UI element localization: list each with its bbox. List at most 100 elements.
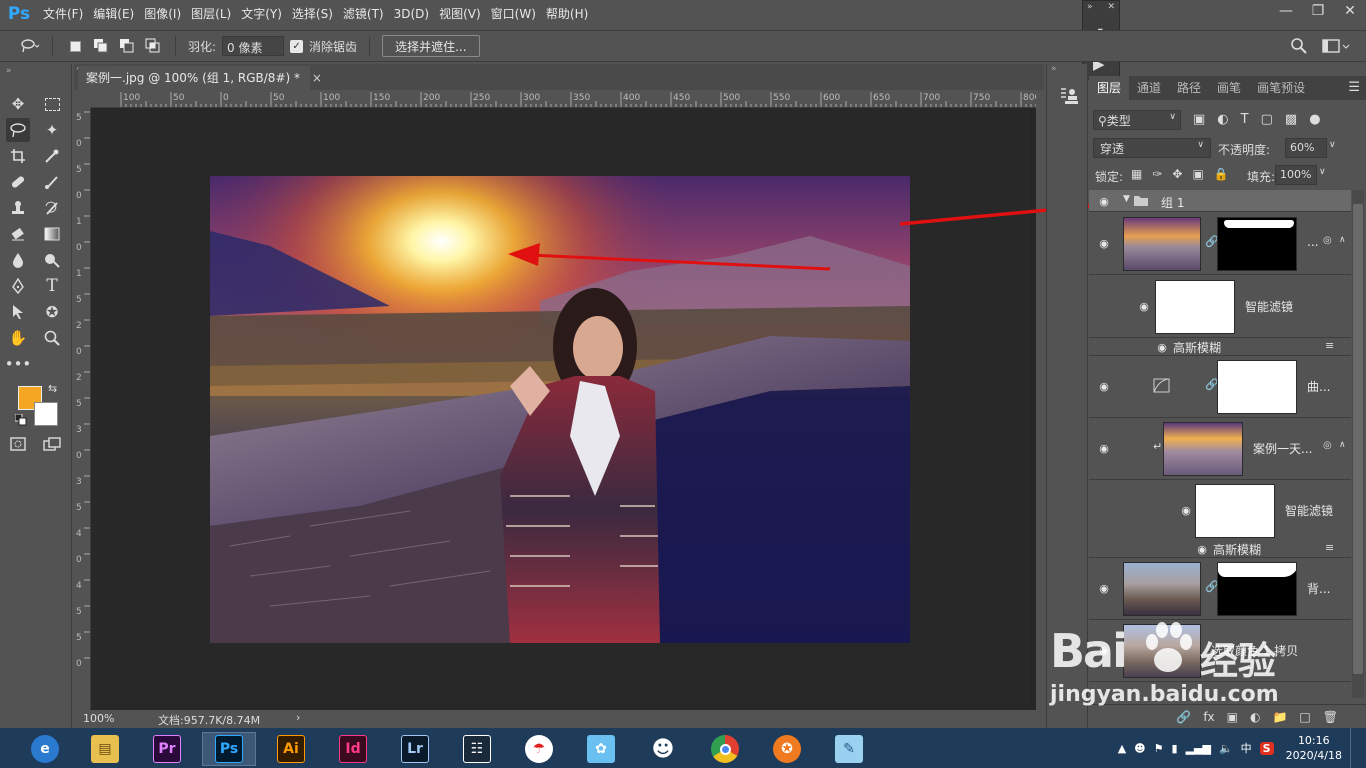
taskbar-illustrator[interactable]: Ai <box>264 732 318 766</box>
layer-row-curves[interactable]: ◉ 🔗 曲... <box>1089 356 1351 418</box>
taskbar-chrome[interactable] <box>698 732 752 766</box>
menu-file[interactable]: 文件(F) <box>38 0 88 28</box>
marquee-tool-icon[interactable] <box>40 92 64 116</box>
background-color-swatch[interactable] <box>34 402 58 426</box>
custom-shape-tool-icon[interactable]: ✪ <box>40 300 64 324</box>
adjustment-layer-icon[interactable]: ◐ <box>1250 710 1260 724</box>
layer-row-group-1[interactable]: ◉ ▼ 组 1 <box>1089 190 1351 212</box>
taskbar-qq[interactable]: ☻ <box>636 732 690 766</box>
layer-filter-dropdown[interactable]: ⚲类型 ∨ <box>1093 110 1181 130</box>
zoom-level[interactable]: 100% <box>83 712 114 725</box>
menu-filter[interactable]: 滤镜(T) <box>338 0 389 28</box>
intersect-selection-icon[interactable] <box>143 36 163 56</box>
tray-battery-icon[interactable]: ▮ <box>1172 742 1178 755</box>
eyedropper-tool-icon[interactable] <box>40 144 64 168</box>
lock-artboard-icon[interactable]: ▣ <box>1192 167 1203 181</box>
filter-smart-object-icon[interactable]: ▩ <box>1285 112 1297 127</box>
tab-paths[interactable]: 路径 <box>1169 76 1209 100</box>
quick-mask-icon[interactable] <box>6 432 30 456</box>
taskbar-browser[interactable]: e <box>18 732 72 766</box>
status-menu-arrow[interactable]: › <box>296 711 300 724</box>
add-mask-icon[interactable]: ▣ <box>1227 710 1238 724</box>
smart-filter-row-1[interactable]: ◉ 智能滤镜 <box>1089 276 1351 338</box>
link-layers-icon[interactable]: 🔗 <box>1176 710 1191 724</box>
filter-type-icon[interactable]: T <box>1241 112 1249 127</box>
stamp-tool-icon[interactable] <box>6 196 30 220</box>
scrollbar-thumb[interactable] <box>1353 204 1363 674</box>
screen-mode-icon[interactable] <box>40 432 64 456</box>
taskbar-bird-app[interactable]: ✿ <box>574 732 628 766</box>
taskbar-umbrella-app[interactable]: ☂ <box>512 732 566 766</box>
menu-help[interactable]: 帮助(H) <box>541 0 593 28</box>
new-group-icon[interactable]: 📁 <box>1272 710 1287 724</box>
collapse-effects-icon[interactable]: ∧ <box>1339 235 1346 245</box>
lasso-preset-icon[interactable] <box>20 36 40 56</box>
menu-select[interactable]: 选择(S) <box>287 0 338 28</box>
panel-close-icon[interactable]: ✕ <box>1107 2 1115 12</box>
taskbar-lightroom[interactable]: Lr <box>388 732 442 766</box>
opacity-chevron-icon[interactable]: ∨ <box>1329 140 1336 150</box>
taskbar-fox-app[interactable]: ✪ <box>760 732 814 766</box>
subtract-selection-icon[interactable] <box>117 36 137 56</box>
tray-expand-icon[interactable]: ▲ <box>1118 742 1126 755</box>
default-colors-icon[interactable] <box>14 413 27 429</box>
tray-sogou-icon[interactable]: S <box>1259 741 1274 755</box>
tray-volume-icon[interactable]: 🔈 <box>1219 742 1233 755</box>
history-brush-tool-icon[interactable] <box>40 196 64 220</box>
horizontal-ruler[interactable]: 100 50 0 50 100 150 200 250 300 350 400 450 500 550 60… <box>91 92 1036 108</box>
taskbar-notes-app[interactable]: ✎ <box>822 732 876 766</box>
lock-all-icon[interactable]: 🔒 <box>1214 167 1229 181</box>
layer-row-case-day[interactable]: ◉ ↵ 案例一天... ◎ ∧ <box>1089 418 1351 480</box>
gradient-tool-icon[interactable] <box>40 222 64 246</box>
filter-toggle-icon[interactable]: ● <box>1309 112 1320 127</box>
document-image[interactable] <box>210 176 910 643</box>
visibility-eye-icon[interactable]: ◉ <box>1095 582 1113 595</box>
vertical-ruler[interactable]: 5 0 5 0 1 0 1 5 2 0 2 5 3 0 3 5 4 0 4 5 5 0 <box>74 108 91 710</box>
close-icon[interactable]: ✕ <box>1334 0 1366 22</box>
menu-view[interactable]: 视图(V) <box>434 0 486 28</box>
collapse-effects-icon[interactable]: ∧ <box>1339 440 1346 450</box>
tray-signal-icon[interactable]: ▂▄▆ <box>1186 742 1211 755</box>
taskbar-video-editor[interactable]: ☷ <box>450 732 504 766</box>
path-selection-tool-icon[interactable] <box>6 300 30 324</box>
gaussian-blur-row-2[interactable]: ◉ 高斯模糊 ≡ <box>1089 540 1351 558</box>
magic-wand-tool-icon[interactable]: ✦ <box>40 118 64 142</box>
taskbar-indesign[interactable]: Id <box>326 732 380 766</box>
filter-adjustment-icon[interactable]: ◐ <box>1217 112 1228 127</box>
tray-ime-icon[interactable]: 中 <box>1241 740 1252 756</box>
tray-qq-icon[interactable]: ☻ <box>1134 742 1145 755</box>
blend-mode-dropdown[interactable]: 穿透 ∨ <box>1093 138 1211 158</box>
document-tab[interactable]: 案例一.jpg @ 100% (组 1, RGB/8#) * × <box>78 66 322 90</box>
visibility-eye-icon[interactable]: ◉ <box>1095 195 1113 208</box>
new-selection-icon[interactable] <box>65 36 85 56</box>
new-layer-icon[interactable]: □ <box>1299 710 1310 724</box>
more-tools-icon[interactable]: ••• <box>5 352 32 376</box>
taskbar-premiere[interactable]: Pr <box>140 732 194 766</box>
filter-options-icon[interactable]: ≡ <box>1325 339 1334 352</box>
visibility-eye-icon[interactable]: ◉ <box>1095 237 1113 250</box>
taskbar-explorer[interactable]: ▤ <box>78 732 132 766</box>
add-selection-icon[interactable] <box>91 36 111 56</box>
menu-type[interactable]: 文字(Y) <box>236 0 287 28</box>
feather-input[interactable]: 0 像素 <box>222 36 285 56</box>
collapse-icon[interactable]: » <box>1087 2 1093 12</box>
crop-tool-icon[interactable] <box>6 144 30 168</box>
panel-menu-icon[interactable]: ☰ <box>1348 80 1360 95</box>
filter-options-icon[interactable]: ≡ <box>1325 541 1334 554</box>
search-icon[interactable] <box>1290 37 1308 58</box>
visibility-eye-icon[interactable]: ◉ <box>1193 543 1211 556</box>
lock-transparent-icon[interactable]: ▦ <box>1131 167 1142 181</box>
swap-colors-icon[interactable]: ⇆ <box>48 382 57 395</box>
document-tab-close-icon[interactable]: × <box>312 71 322 85</box>
tab-channels[interactable]: 通道 <box>1129 76 1169 100</box>
eraser-tool-icon[interactable] <box>6 222 30 246</box>
type-tool-icon[interactable]: T <box>40 274 64 298</box>
fill-chevron-icon[interactable]: ∨ <box>1319 167 1326 177</box>
smart-filter-row-2[interactable]: ◉ 智能滤镜 <box>1089 480 1351 542</box>
tab-layers[interactable]: 图层 <box>1089 76 1130 100</box>
pen-tool-icon[interactable] <box>6 274 30 298</box>
visibility-eye-icon[interactable]: ◉ <box>1177 504 1195 517</box>
toolbox-collapse-icon[interactable]: » <box>6 66 12 76</box>
menu-3d[interactable]: 3D(D) <box>389 0 434 28</box>
visibility-eye-icon[interactable]: ◉ <box>1153 341 1171 354</box>
